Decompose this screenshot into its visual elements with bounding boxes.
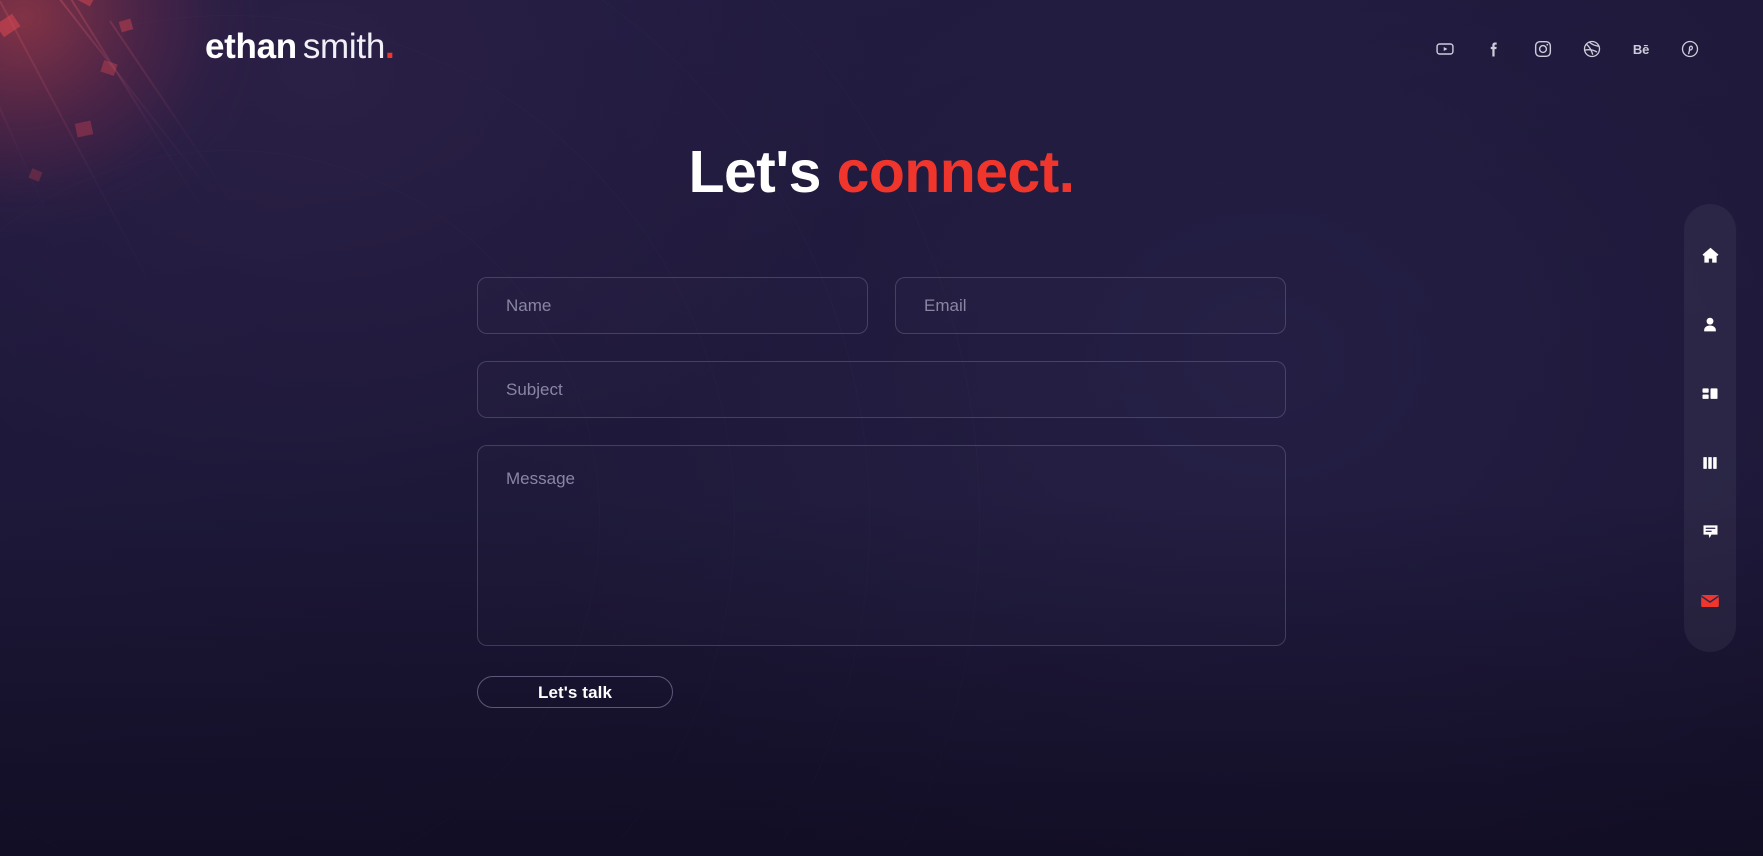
dribbble-icon (1582, 39, 1602, 59)
social-link-instagram[interactable] (1532, 38, 1554, 60)
dock-item-home[interactable] (1684, 221, 1736, 290)
page-title: Let's connect. (0, 140, 1763, 205)
form-row-subject (477, 361, 1286, 418)
logo-first-name: ethan (205, 27, 297, 66)
user-icon (1700, 315, 1720, 335)
social-link-facebook[interactable] (1483, 38, 1505, 60)
name-input[interactable] (478, 278, 867, 333)
message-field-wrapper (477, 445, 1286, 646)
dock-item-testimonials[interactable] (1684, 497, 1736, 566)
behance-icon: Bē (1632, 41, 1650, 57)
subject-field-wrapper (477, 361, 1286, 418)
social-link-dribbble[interactable] (1581, 38, 1603, 60)
side-dock-nav (1684, 204, 1736, 652)
page-title-plain: Let's (688, 139, 837, 205)
logo-dot: . (384, 27, 395, 66)
dock-item-resume[interactable] (1684, 428, 1736, 497)
page-title-accent: connect. (836, 139, 1075, 205)
columns-icon (1700, 453, 1720, 473)
logo-last-name: smith (302, 27, 385, 66)
facebook-icon (1484, 39, 1504, 59)
name-field-wrapper (477, 277, 868, 334)
dock-item-contact[interactable] (1684, 566, 1736, 635)
social-links: Bē (1434, 38, 1701, 60)
site-logo[interactable]: ethan smith. (205, 27, 395, 67)
form-row-name-email (477, 277, 1286, 334)
email-input[interactable] (896, 278, 1285, 333)
dock-item-portfolio[interactable] (1684, 359, 1736, 428)
submit-button[interactable]: Let's talk (477, 676, 673, 708)
subject-input[interactable] (478, 362, 1285, 417)
email-field-wrapper (895, 277, 1286, 334)
social-link-youtube[interactable] (1434, 38, 1456, 60)
youtube-icon (1435, 39, 1455, 59)
instagram-icon (1533, 39, 1553, 59)
home-icon (1700, 245, 1721, 266)
social-link-behance[interactable]: Bē (1630, 38, 1652, 60)
grid-icon (1700, 384, 1720, 404)
social-link-pinterest[interactable] (1679, 38, 1701, 60)
message-textarea[interactable] (478, 446, 1285, 645)
envelope-icon (1699, 590, 1721, 612)
contact-form: Let's talk (477, 277, 1286, 708)
pinterest-icon (1680, 39, 1700, 59)
dock-item-about[interactable] (1684, 290, 1736, 359)
chat-bubble-icon (1700, 521, 1721, 542)
